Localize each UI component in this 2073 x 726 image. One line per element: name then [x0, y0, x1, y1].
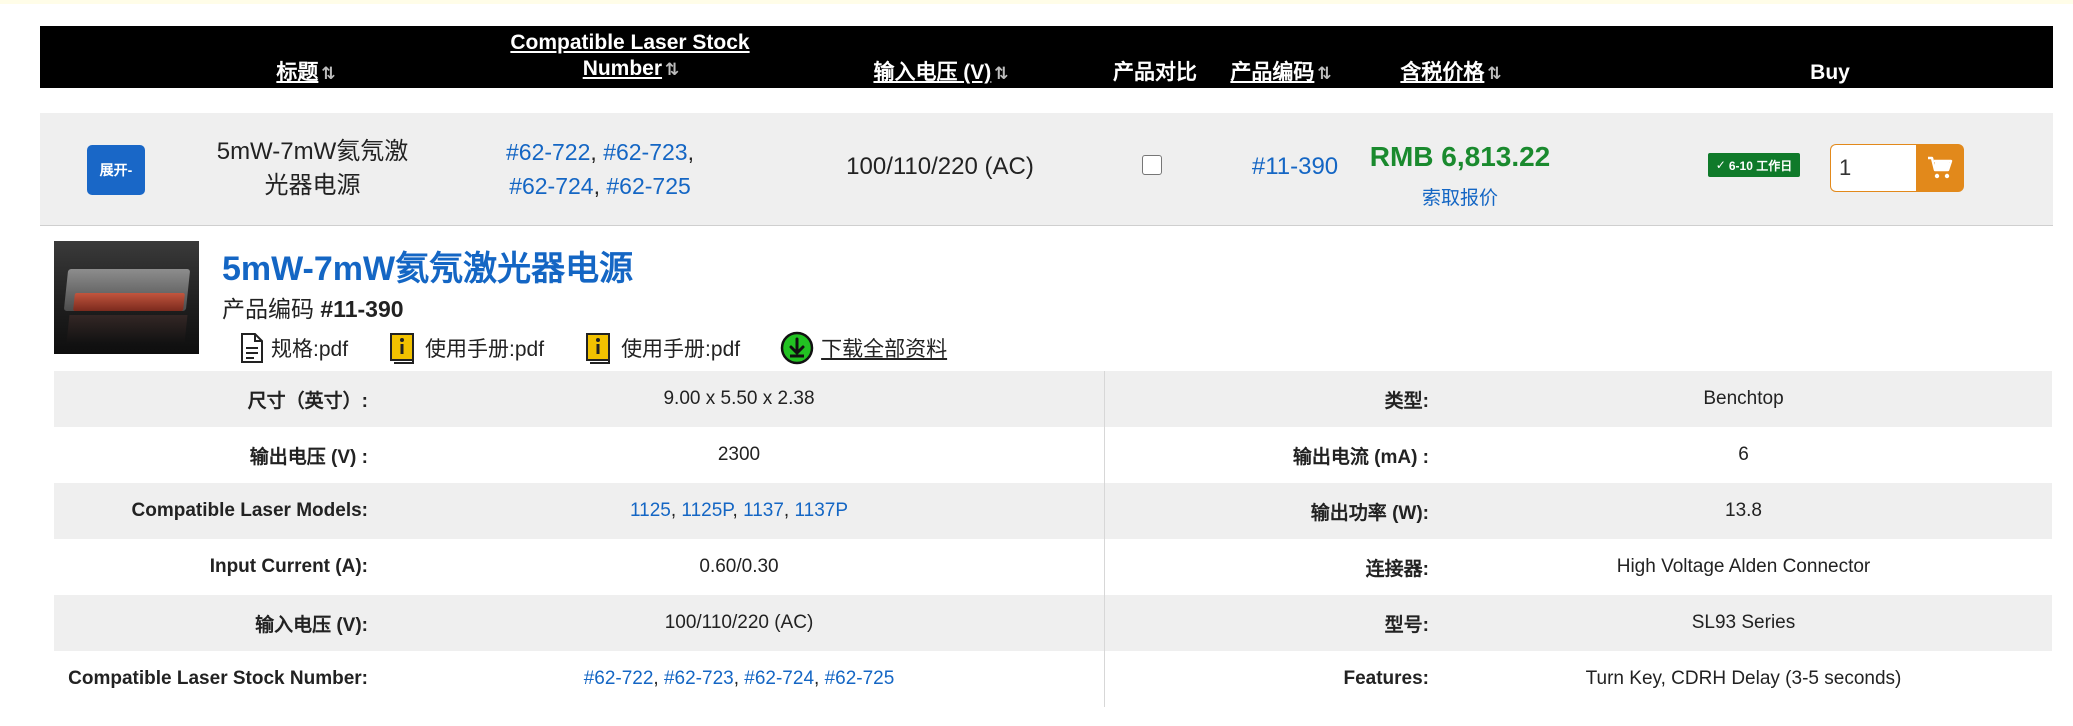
manual-pdf-link-2[interactable]: 使用手册:pdf	[584, 331, 740, 365]
laser-model-link[interactable]: 1125	[630, 500, 671, 521]
header-buy: Buy	[1810, 61, 1850, 84]
stock-link[interactable]: #62-724	[509, 173, 593, 199]
header-voltage[interactable]: 输入电压 (V) ⇅	[810, 60, 1070, 87]
spec-label: 输出电压 (V) :	[249, 446, 368, 468]
detail-code-value: #11-390	[320, 296, 404, 322]
sort-icon[interactable]: ⇅	[1317, 64, 1331, 83]
header-stock-line2[interactable]: Number	[583, 57, 662, 80]
product-title: 5mW-7mW氦氖激光器电源	[216, 138, 409, 199]
product-image	[54, 241, 199, 354]
spec-label: 尺寸（英寸）:	[247, 390, 368, 412]
spec-label: 连接器:	[1365, 558, 1429, 580]
header-title[interactable]: 标题 ⇅	[240, 60, 370, 87]
spec-label: 型号:	[1384, 614, 1429, 636]
spec-label: Features:	[1343, 668, 1429, 689]
spec-label: Input Current (A):	[209, 556, 368, 577]
request-quote-link[interactable]: 索取报价	[1385, 183, 1535, 210]
spec-label: Compatible Laser Stock Number:	[68, 668, 368, 689]
spec-value: 6	[1738, 444, 1749, 465]
compare-checkbox[interactable]	[1142, 155, 1162, 175]
stock-link[interactable]: #62-723	[664, 668, 734, 689]
spec-value: SL93 Series	[1691, 612, 1796, 633]
sort-icon[interactable]: ⇅	[1487, 64, 1501, 83]
spec-value: High Voltage Alden Connector	[1616, 556, 1871, 577]
header-price-label[interactable]: 含税价格	[1400, 61, 1484, 84]
spec-value: Turn Key, CDRH Delay (3-5 seconds)	[1585, 668, 1902, 689]
stock-link[interactable]: #62-725	[606, 173, 690, 199]
top-strip	[0, 0, 2073, 4]
header-code-label[interactable]: 产品编码	[1230, 61, 1314, 84]
laser-model-link[interactable]: 1137P	[794, 500, 848, 521]
header-title-label[interactable]: 标题	[276, 61, 318, 84]
spec-value: 0.60/0.30	[699, 556, 779, 577]
header-product-code[interactable]: 产品编码 ⇅	[1210, 60, 1350, 87]
document-icon	[240, 332, 264, 364]
manual-pdf-label[interactable]: 使用手册:pdf	[425, 333, 544, 363]
manual-pdf-link[interactable]: 使用手册:pdf	[388, 331, 544, 365]
product-code-link[interactable]: #11-390	[1220, 153, 1370, 181]
sort-icon[interactable]: ⇅	[321, 64, 335, 83]
spec-value: 2300	[717, 444, 761, 465]
header-price[interactable]: 含税价格 ⇅	[1380, 60, 1520, 87]
spec-value: 13.8	[1725, 500, 1762, 521]
table-row: Compatible Laser Models: 1125, 1125P, 11…	[54, 483, 2052, 539]
lead-time-label: 6-10 工作日	[1728, 158, 1793, 173]
spec-label: 输出功率 (W):	[1310, 502, 1429, 524]
cart-icon	[1928, 156, 1953, 179]
download-icon	[780, 331, 814, 365]
header-stock-number[interactable]: Compatible Laser Stock Number ⇅	[440, 30, 820, 83]
manual-info-icon	[584, 331, 614, 365]
detail-title: 5mW-7mW氦氖激光器电源	[222, 250, 634, 288]
laser-model-link[interactable]: 1125P	[681, 500, 732, 521]
stock-link[interactable]: #62-722	[506, 139, 590, 165]
quantity-input[interactable]	[1830, 144, 1916, 192]
lead-time-badge: ✓ 6-10 工作日	[1708, 153, 1800, 177]
spec-pdf-label[interactable]: 规格:pdf	[271, 333, 348, 363]
product-voltage: 100/110/220 (AC)	[846, 153, 1034, 180]
stock-link[interactable]: #62-724	[744, 668, 814, 689]
manual-pdf-label-2[interactable]: 使用手册:pdf	[621, 333, 740, 363]
header-stock-line1[interactable]: Compatible Laser Stock	[510, 31, 749, 54]
spec-value: 100/110/220 (AC)	[664, 612, 814, 633]
laser-model-link[interactable]: 1137	[743, 500, 784, 521]
spec-table: 尺寸（英寸）: 9.00 x 5.50 x 2.38 类型: Benchtop …	[54, 371, 2052, 707]
table-row: Input Current (A): 0.60/0.30 连接器: High V…	[54, 539, 2052, 595]
table-row: 输入电压 (V): 100/110/220 (AC) 型号: SL93 Seri…	[54, 595, 2052, 651]
spec-label: 类型:	[1384, 390, 1429, 412]
spec-label: 输出电流 (mA) :	[1292, 446, 1429, 468]
add-to-cart-button[interactable]	[1916, 144, 1964, 192]
document-links: 规格:pdf 使用手册:pdf 使用手册:pdf 下载全部资料	[240, 330, 987, 366]
download-all-link[interactable]: 下载全部资料	[780, 331, 947, 365]
stock-link[interactable]: #62-722	[584, 668, 654, 689]
spec-value: 9.00 x 5.50 x 2.38	[663, 388, 815, 409]
spec-label: Compatible Laser Models:	[131, 500, 369, 521]
product-row: 展开- 5mW-7mW氦氖激光器电源 #62-722, #62-723, #62…	[40, 113, 2053, 226]
product-stock-numbers: #62-722, #62-723, #62-724, #62-725	[505, 139, 694, 199]
table-header: 标题 ⇅ Compatible Laser Stock Number ⇅ 输入电压 …	[40, 26, 2053, 88]
spec-value: Benchtop	[1703, 388, 1784, 409]
sort-icon[interactable]: ⇅	[665, 60, 679, 79]
download-all-label[interactable]: 下载全部资料	[821, 333, 947, 363]
table-row: 尺寸（英寸）: 9.00 x 5.50 x 2.38 类型: Benchtop	[54, 371, 2052, 427]
stock-link[interactable]: #62-723	[603, 139, 687, 165]
manual-info-icon	[388, 331, 418, 365]
product-price: RMB 6,813.22	[1369, 141, 1551, 172]
expand-button[interactable]: 展开-	[87, 145, 145, 195]
sort-icon[interactable]: ⇅	[994, 64, 1008, 83]
detail-product-code: 产品编码 #11-390	[222, 290, 404, 324]
spec-label: 输入电压 (V):	[255, 614, 368, 636]
table-row: 输出电压 (V) : 2300 输出电流 (mA) : 6	[54, 427, 2052, 483]
header-voltage-label[interactable]: 输入电压 (V)	[873, 61, 991, 84]
spec-pdf-link[interactable]: 规格:pdf	[240, 332, 348, 364]
spec-value-links: 1125, 1125P, 1137, 1137P	[629, 500, 849, 521]
stock-link[interactable]: #62-725	[825, 668, 895, 689]
check-icon: ✓	[1715, 158, 1726, 172]
header-compare: 产品对比	[1113, 61, 1197, 84]
table-row: Compatible Laser Stock Number: #62-722, …	[54, 651, 2052, 707]
detail-code-label: 产品编码	[222, 296, 314, 322]
spec-value-links: #62-722, #62-723, #62-724, #62-725	[583, 668, 895, 689]
